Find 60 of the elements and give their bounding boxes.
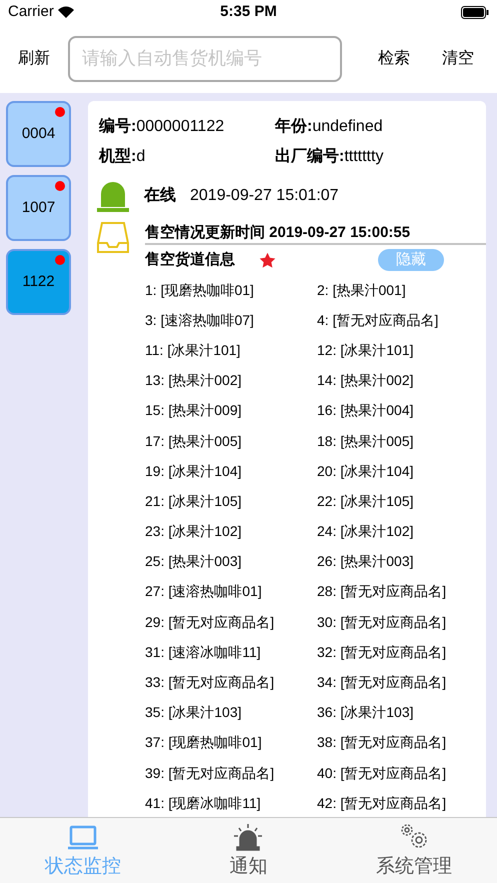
- info-field: 出厂编号:ttttttty: [275, 145, 475, 169]
- slot-entry: 14: [热果汁002]: [317, 371, 414, 390]
- slot-entry: 18: [热果汁005]: [317, 432, 414, 451]
- slot-entry: 2: [热果汁001]: [317, 280, 407, 300]
- info-field: 编号:0000001122: [99, 115, 275, 139]
- slot-entry: 34: [暂无对应商品名]: [317, 673, 448, 692]
- laptop-icon: [66, 824, 99, 850]
- machine-button[interactable]: 0004: [6, 101, 71, 167]
- info-field: 机型:d: [99, 145, 275, 169]
- wifi-icon: [58, 6, 74, 18]
- slot-entry: 38: [暂无对应商品名]: [317, 733, 448, 752]
- slot-entry: 28: [暂无对应商品名]: [317, 582, 448, 602]
- slot-entry: 19: [冰果汁104]: [145, 462, 242, 481]
- slot-entry: 21: [冰果汁105]: [145, 492, 242, 511]
- clear-button[interactable]: 清空: [442, 46, 474, 70]
- slot-entry: 32: [暂无对应商品名]: [317, 642, 448, 662]
- slot-entry: 4: [暂无对应商品名]: [317, 310, 440, 330]
- machine-button[interactable]: 1007: [6, 175, 71, 241]
- slot-entry: 12: [冰果汁101]: [317, 340, 414, 360]
- slot-entry: 37: [现磨热咖啡01]: [145, 733, 263, 752]
- tab-item[interactable]: 系统管理: [331, 818, 497, 883]
- slot-entry: 31: [速溶冰咖啡11]: [145, 642, 262, 662]
- slot-entry: 22: [冰果汁105]: [317, 492, 414, 511]
- machine-button[interactable]: 1122: [6, 249, 71, 315]
- status-text: 在线: [144, 186, 176, 206]
- slot-entry: 20: [冰果汁104]: [317, 462, 414, 481]
- slot-entry: 3: [速溶热咖啡07]: [145, 310, 255, 330]
- slot-entry: 13: [热果汁002]: [145, 371, 242, 390]
- refresh-button[interactable]: 刷新: [12, 46, 56, 70]
- slot-entry: 11: [冰果汁101]: [145, 340, 242, 360]
- slot-entry: 16: [热果汁004]: [317, 401, 414, 420]
- section-title: 售空货道信息: [145, 250, 235, 270]
- slot-entry: 42: [暂无对应商品名]: [317, 794, 448, 813]
- slot-entry: 33: [暂无对应商品名]: [145, 673, 276, 692]
- slot-entry: 36: [冰果汁103]: [317, 703, 414, 722]
- tab-item[interactable]: 通知: [166, 818, 332, 883]
- slot-entry: 25: [热果汁003]: [145, 552, 242, 572]
- battery-icon: [461, 6, 490, 18]
- search-field[interactable]: 请输入自动售货机编号: [68, 36, 342, 82]
- slot-entry: 29: [暂无对应商品名]: [145, 612, 276, 632]
- status-time: 5:35 PM: [220, 2, 277, 22]
- slot-entry: 1: [现磨热咖啡01]: [145, 280, 255, 300]
- carrier-label: Carrier: [8, 2, 54, 22]
- slot-entry: 17: [热果汁005]: [145, 432, 242, 451]
- slot-entry: 39: [暂无对应商品名]: [145, 764, 276, 783]
- slot-entry: 30: [暂无对应商品名]: [317, 612, 448, 632]
- slot-entry: 15: [热果汁009]: [145, 401, 242, 420]
- tray-icon: [96, 221, 130, 255]
- slot-entry: 23: [冰果汁102]: [145, 522, 242, 542]
- update-time: 售空情况更新时间 2019-09-27 15:00:55: [145, 223, 412, 243]
- search-button[interactable]: 检索: [378, 46, 410, 70]
- star-icon: [259, 252, 276, 268]
- info-field: 年份:undefined: [275, 115, 475, 139]
- slot-entry: 35: [冰果汁103]: [145, 703, 242, 722]
- slot-entry: 27: [速溶热咖啡01]: [145, 582, 263, 602]
- slot-entry: 41: [现磨冰咖啡11]: [145, 794, 262, 813]
- status-time: 2019-09-27 15:01:07: [190, 186, 339, 206]
- slot-entry: 26: [热果汁003]: [317, 552, 414, 572]
- slot-entry: 40: [暂无对应商品名]: [317, 764, 448, 783]
- slot-entry: 24: [冰果汁102]: [317, 522, 414, 542]
